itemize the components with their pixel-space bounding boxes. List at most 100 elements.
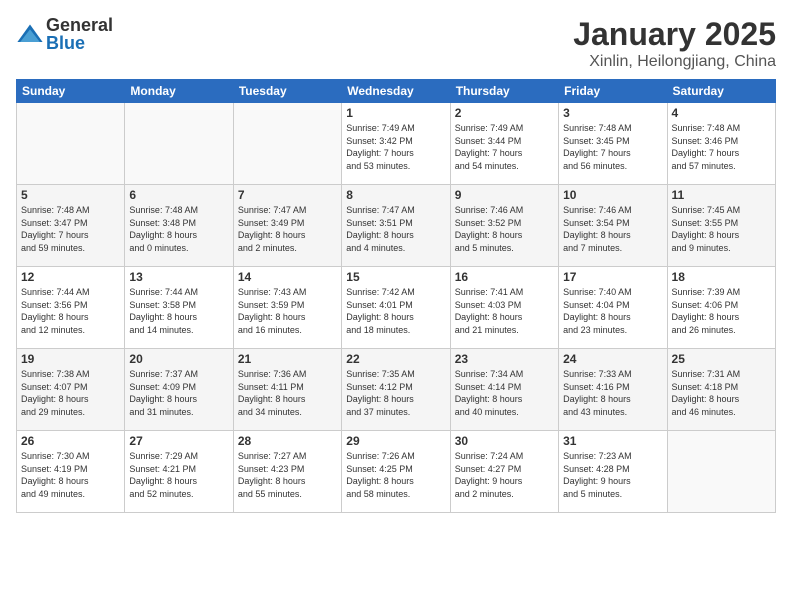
calendar-cell bbox=[125, 103, 233, 185]
day-number: 29 bbox=[346, 434, 445, 448]
day-number: 26 bbox=[21, 434, 120, 448]
calendar-cell: 30 Sunrise: 7:24 AM Sunset: 4:27 PM Dayli… bbox=[450, 431, 558, 513]
calendar-cell: 23 Sunrise: 7:34 AM Sunset: 4:14 PM Dayli… bbox=[450, 349, 558, 431]
month-title: January 2025 bbox=[573, 16, 776, 53]
calendar-cell: 21Sunrise: 7:36 AM Sunset: 4:11 PM Dayli… bbox=[233, 349, 341, 431]
calendar-cell: 29Sunrise: 7:26 AM Sunset: 4:25 PM Dayli… bbox=[342, 431, 450, 513]
week-row-4: 26 Sunrise: 7:30 AM Sunset: 4:19 PM Dayli… bbox=[17, 431, 776, 513]
day-of-week-sunday: Sunday bbox=[17, 80, 125, 103]
day-info: Sunrise: 7:41 AM Sunset: 4:03 PM Dayligh… bbox=[455, 286, 554, 336]
calendar-cell: 27 Sunrise: 7:29 AM Sunset: 4:21 PM Dayli… bbox=[125, 431, 233, 513]
day-number: 21 bbox=[238, 352, 337, 366]
day-info: Sunrise: 7:47 AM Sunset: 3:51 PM Dayligh… bbox=[346, 204, 445, 254]
day-info: Sunrise: 7:23 AM Sunset: 4:28 PM Dayligh… bbox=[563, 450, 662, 500]
logo-blue: Blue bbox=[46, 34, 113, 52]
day-number: 3 bbox=[563, 106, 662, 120]
calendar-cell: 9 Sunrise: 7:46 AM Sunset: 3:52 PM Daylig… bbox=[450, 185, 558, 267]
day-info: Sunrise: 7:48 AM Sunset: 3:48 PM Dayligh… bbox=[129, 204, 228, 254]
calendar-cell: 20 Sunrise: 7:37 AM Sunset: 4:09 PM Dayli… bbox=[125, 349, 233, 431]
day-info: Sunrise: 7:45 AM Sunset: 3:55 PM Dayligh… bbox=[672, 204, 771, 254]
page: General Blue January 2025 Xinlin, Heilon… bbox=[0, 0, 792, 612]
day-number: 16 bbox=[455, 270, 554, 284]
calendar-cell: 12 Sunrise: 7:44 AM Sunset: 3:56 PM Dayli… bbox=[17, 267, 125, 349]
week-row-3: 19 Sunrise: 7:38 AM Sunset: 4:07 PM Dayli… bbox=[17, 349, 776, 431]
calendar-cell: 7Sunrise: 7:47 AM Sunset: 3:49 PM Daylig… bbox=[233, 185, 341, 267]
day-info: Sunrise: 7:48 AM Sunset: 3:45 PM Dayligh… bbox=[563, 122, 662, 172]
day-info: Sunrise: 7:43 AM Sunset: 3:59 PM Dayligh… bbox=[238, 286, 337, 336]
location-title: Xinlin, Heilongjiang, China bbox=[573, 53, 776, 71]
day-number: 25 bbox=[672, 352, 771, 366]
calendar-cell: 16 Sunrise: 7:41 AM Sunset: 4:03 PM Dayli… bbox=[450, 267, 558, 349]
calendar-cell: 25 Sunrise: 7:31 AM Sunset: 4:18 PM Dayli… bbox=[667, 349, 775, 431]
day-number: 14 bbox=[238, 270, 337, 284]
day-number: 24 bbox=[563, 352, 662, 366]
day-number: 6 bbox=[129, 188, 228, 202]
logo-icon bbox=[16, 21, 44, 49]
day-number: 23 bbox=[455, 352, 554, 366]
day-info: Sunrise: 7:30 AM Sunset: 4:19 PM Dayligh… bbox=[21, 450, 120, 500]
calendar-cell: 8 Sunrise: 7:47 AM Sunset: 3:51 PM Daylig… bbox=[342, 185, 450, 267]
day-number: 18 bbox=[672, 270, 771, 284]
day-info: Sunrise: 7:35 AM Sunset: 4:12 PM Dayligh… bbox=[346, 368, 445, 418]
day-info: Sunrise: 7:34 AM Sunset: 4:14 PM Dayligh… bbox=[455, 368, 554, 418]
calendar-cell: 17Sunrise: 7:40 AM Sunset: 4:04 PM Dayli… bbox=[559, 267, 667, 349]
day-number: 12 bbox=[21, 270, 120, 284]
day-number: 30 bbox=[455, 434, 554, 448]
calendar-cell: 10 Sunrise: 7:46 AM Sunset: 3:54 PM Dayli… bbox=[559, 185, 667, 267]
calendar: SundayMondayTuesdayWednesdayThursdayFrid… bbox=[16, 79, 776, 513]
day-number: 20 bbox=[129, 352, 228, 366]
calendar-cell: 2Sunrise: 7:49 AM Sunset: 3:44 PM Daylig… bbox=[450, 103, 558, 185]
week-row-0: 1 Sunrise: 7:49 AM Sunset: 3:42 PM Daylig… bbox=[17, 103, 776, 185]
day-number: 19 bbox=[21, 352, 120, 366]
calendar-cell: 6 Sunrise: 7:48 AM Sunset: 3:48 PM Daylig… bbox=[125, 185, 233, 267]
day-info: Sunrise: 7:38 AM Sunset: 4:07 PM Dayligh… bbox=[21, 368, 120, 418]
day-info: Sunrise: 7:48 AM Sunset: 3:46 PM Dayligh… bbox=[672, 122, 771, 172]
calendar-cell: 31 Sunrise: 7:23 AM Sunset: 4:28 PM Dayli… bbox=[559, 431, 667, 513]
day-info: Sunrise: 7:46 AM Sunset: 3:54 PM Dayligh… bbox=[563, 204, 662, 254]
title-block: January 2025 Xinlin, Heilongjiang, China bbox=[573, 16, 776, 71]
day-of-week-tuesday: Tuesday bbox=[233, 80, 341, 103]
day-info: Sunrise: 7:46 AM Sunset: 3:52 PM Dayligh… bbox=[455, 204, 554, 254]
day-info: Sunrise: 7:24 AM Sunset: 4:27 PM Dayligh… bbox=[455, 450, 554, 500]
day-of-week-friday: Friday bbox=[559, 80, 667, 103]
calendar-header-row: SundayMondayTuesdayWednesdayThursdayFrid… bbox=[17, 80, 776, 103]
day-info: Sunrise: 7:42 AM Sunset: 4:01 PM Dayligh… bbox=[346, 286, 445, 336]
day-number: 7 bbox=[238, 188, 337, 202]
day-number: 11 bbox=[672, 188, 771, 202]
day-info: Sunrise: 7:49 AM Sunset: 3:42 PM Dayligh… bbox=[346, 122, 445, 172]
day-number: 8 bbox=[346, 188, 445, 202]
day-info: Sunrise: 7:29 AM Sunset: 4:21 PM Dayligh… bbox=[129, 450, 228, 500]
day-info: Sunrise: 7:31 AM Sunset: 4:18 PM Dayligh… bbox=[672, 368, 771, 418]
logo-text: General Blue bbox=[46, 16, 113, 52]
calendar-cell: 1 Sunrise: 7:49 AM Sunset: 3:42 PM Daylig… bbox=[342, 103, 450, 185]
calendar-cell bbox=[17, 103, 125, 185]
day-number: 22 bbox=[346, 352, 445, 366]
logo: General Blue bbox=[16, 16, 113, 52]
calendar-cell: 4Sunrise: 7:48 AM Sunset: 3:46 PM Daylig… bbox=[667, 103, 775, 185]
day-number: 10 bbox=[563, 188, 662, 202]
calendar-cell: 13 Sunrise: 7:44 AM Sunset: 3:58 PM Dayli… bbox=[125, 267, 233, 349]
calendar-cell bbox=[233, 103, 341, 185]
calendar-cell: 15Sunrise: 7:42 AM Sunset: 4:01 PM Dayli… bbox=[342, 267, 450, 349]
calendar-cell: 19 Sunrise: 7:38 AM Sunset: 4:07 PM Dayli… bbox=[17, 349, 125, 431]
calendar-cell: 3 Sunrise: 7:48 AM Sunset: 3:45 PM Daylig… bbox=[559, 103, 667, 185]
calendar-cell: 5Sunrise: 7:48 AM Sunset: 3:47 PM Daylig… bbox=[17, 185, 125, 267]
day-number: 31 bbox=[563, 434, 662, 448]
week-row-1: 5Sunrise: 7:48 AM Sunset: 3:47 PM Daylig… bbox=[17, 185, 776, 267]
day-number: 13 bbox=[129, 270, 228, 284]
calendar-cell: 24 Sunrise: 7:33 AM Sunset: 4:16 PM Dayli… bbox=[559, 349, 667, 431]
day-info: Sunrise: 7:44 AM Sunset: 3:58 PM Dayligh… bbox=[129, 286, 228, 336]
day-info: Sunrise: 7:37 AM Sunset: 4:09 PM Dayligh… bbox=[129, 368, 228, 418]
day-info: Sunrise: 7:48 AM Sunset: 3:47 PM Dayligh… bbox=[21, 204, 120, 254]
day-number: 27 bbox=[129, 434, 228, 448]
day-info: Sunrise: 7:33 AM Sunset: 4:16 PM Dayligh… bbox=[563, 368, 662, 418]
calendar-cell: 22 Sunrise: 7:35 AM Sunset: 4:12 PM Dayli… bbox=[342, 349, 450, 431]
day-info: Sunrise: 7:44 AM Sunset: 3:56 PM Dayligh… bbox=[21, 286, 120, 336]
calendar-cell: 11 Sunrise: 7:45 AM Sunset: 3:55 PM Dayli… bbox=[667, 185, 775, 267]
day-number: 9 bbox=[455, 188, 554, 202]
day-number: 28 bbox=[238, 434, 337, 448]
day-info: Sunrise: 7:40 AM Sunset: 4:04 PM Dayligh… bbox=[563, 286, 662, 336]
week-row-2: 12 Sunrise: 7:44 AM Sunset: 3:56 PM Dayli… bbox=[17, 267, 776, 349]
day-number: 1 bbox=[346, 106, 445, 120]
day-info: Sunrise: 7:39 AM Sunset: 4:06 PM Dayligh… bbox=[672, 286, 771, 336]
